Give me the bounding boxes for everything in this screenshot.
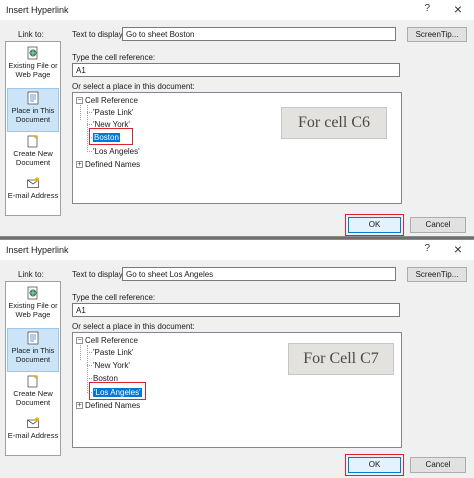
help-button[interactable]: ? bbox=[424, 243, 430, 254]
text-to-display-label: Text to display: bbox=[72, 30, 125, 39]
new-document-icon bbox=[27, 375, 39, 388]
link-to-label: Link to: bbox=[18, 270, 44, 279]
close-button[interactable]: × bbox=[454, 1, 462, 17]
insert-hyperlink-dialog-1: Insert Hyperlink ? × Link to: Existing F… bbox=[0, 0, 474, 237]
tree-node-cell-reference[interactable]: − Cell Reference bbox=[76, 335, 138, 346]
email-icon bbox=[27, 417, 39, 428]
insert-hyperlink-dialog-2: Insert Hyperlink ? × Link to: Existing F… bbox=[0, 239, 474, 478]
screentip-button[interactable]: ScreenTip... bbox=[407, 267, 467, 282]
tree-item-los-angeles[interactable]: 'Los Angeles' bbox=[93, 146, 140, 157]
close-button[interactable]: × bbox=[454, 241, 462, 257]
select-place-label: Or select a place in this document: bbox=[72, 322, 195, 331]
sidebar-item-existing-file[interactable]: Existing File or Web Page bbox=[7, 44, 59, 88]
link-to-sidebar: Existing File or Web Page Place in This … bbox=[5, 281, 61, 456]
cell-reference-label: Type the cell reference: bbox=[72, 53, 156, 62]
cell-reference-input[interactable]: A1 bbox=[72, 63, 400, 77]
link-to-sidebar: Existing File or Web Page Place in This … bbox=[5, 41, 61, 216]
callout-label: For Cell C7 bbox=[288, 343, 394, 375]
dialog-title: Insert Hyperlink bbox=[6, 245, 69, 255]
callout-label: For cell C6 bbox=[281, 107, 387, 139]
dialog-title: Insert Hyperlink bbox=[6, 5, 69, 15]
sidebar-item-label: Place in This Document bbox=[11, 106, 55, 124]
sidebar-item-place-in-document[interactable]: Place in This Document bbox=[7, 328, 59, 372]
sidebar-item-existing-file[interactable]: Existing File or Web Page bbox=[7, 284, 59, 328]
sidebar-item-create-new-document[interactable]: Create New Document bbox=[7, 372, 59, 416]
sidebar-item-label: Existing File or Web Page bbox=[8, 301, 58, 319]
collapse-icon[interactable]: − bbox=[76, 337, 83, 345]
tree-item-paste-link[interactable]: 'Paste Link' bbox=[93, 347, 133, 358]
screentip-button[interactable]: ScreenTip... bbox=[407, 27, 467, 42]
text-to-display-label: Text to display: bbox=[72, 270, 125, 279]
tree-node-cell-reference[interactable]: − Cell Reference bbox=[76, 95, 138, 106]
sidebar-item-label: Place in This Document bbox=[11, 346, 55, 364]
cancel-button[interactable]: Cancel bbox=[410, 217, 466, 233]
highlight-box-los-angeles bbox=[89, 382, 146, 400]
tree-node-defined-names[interactable]: + Defined Names bbox=[76, 400, 140, 411]
sidebar-item-label: Existing File or Web Page bbox=[8, 61, 58, 79]
sidebar-item-create-new-document[interactable]: Create New Document bbox=[7, 132, 59, 176]
cell-reference-label: Type the cell reference: bbox=[72, 293, 156, 302]
title-bar: Insert Hyperlink ? × bbox=[0, 0, 474, 20]
sidebar-item-email-address[interactable]: E-mail Address bbox=[7, 174, 59, 218]
cell-reference-input[interactable]: A1 bbox=[72, 303, 400, 317]
document-icon bbox=[27, 91, 39, 105]
select-place-label: Or select a place in this document: bbox=[72, 82, 195, 91]
cancel-button[interactable]: Cancel bbox=[410, 457, 466, 473]
tree-node-defined-names[interactable]: + Defined Names bbox=[76, 159, 140, 170]
ok-button[interactable]: OK bbox=[348, 217, 401, 233]
title-bar: Insert Hyperlink ? × bbox=[0, 240, 474, 260]
expand-icon[interactable]: + bbox=[76, 161, 83, 169]
sidebar-item-email-address[interactable]: E-mail Address bbox=[7, 414, 59, 458]
text-to-display-input[interactable]: Go to sheet Los Angeles bbox=[122, 267, 396, 281]
tree-item-new-york[interactable]: 'New York' bbox=[93, 360, 130, 371]
link-to-label: Link to: bbox=[18, 30, 44, 39]
sidebar-item-label: Create New Document bbox=[13, 149, 53, 167]
tree-item-paste-link[interactable]: 'Paste Link' bbox=[93, 107, 133, 118]
help-button[interactable]: ? bbox=[424, 3, 430, 14]
ok-button[interactable]: OK bbox=[348, 457, 401, 473]
new-document-icon bbox=[27, 135, 39, 148]
sidebar-item-label: E-mail Address bbox=[7, 191, 59, 200]
sidebar-item-label: Create New Document bbox=[13, 389, 53, 407]
document-icon bbox=[27, 331, 39, 345]
highlight-box-boston bbox=[89, 128, 133, 145]
expand-icon[interactable]: + bbox=[76, 402, 83, 410]
text-to-display-input[interactable]: Go to sheet Boston bbox=[122, 27, 396, 41]
globe-file-icon bbox=[27, 286, 38, 300]
email-icon bbox=[27, 177, 39, 188]
globe-file-icon bbox=[27, 46, 38, 60]
sidebar-item-label: E-mail Address bbox=[7, 431, 59, 440]
collapse-icon[interactable]: − bbox=[76, 97, 83, 105]
sidebar-item-place-in-document[interactable]: Place in This Document bbox=[7, 88, 59, 132]
